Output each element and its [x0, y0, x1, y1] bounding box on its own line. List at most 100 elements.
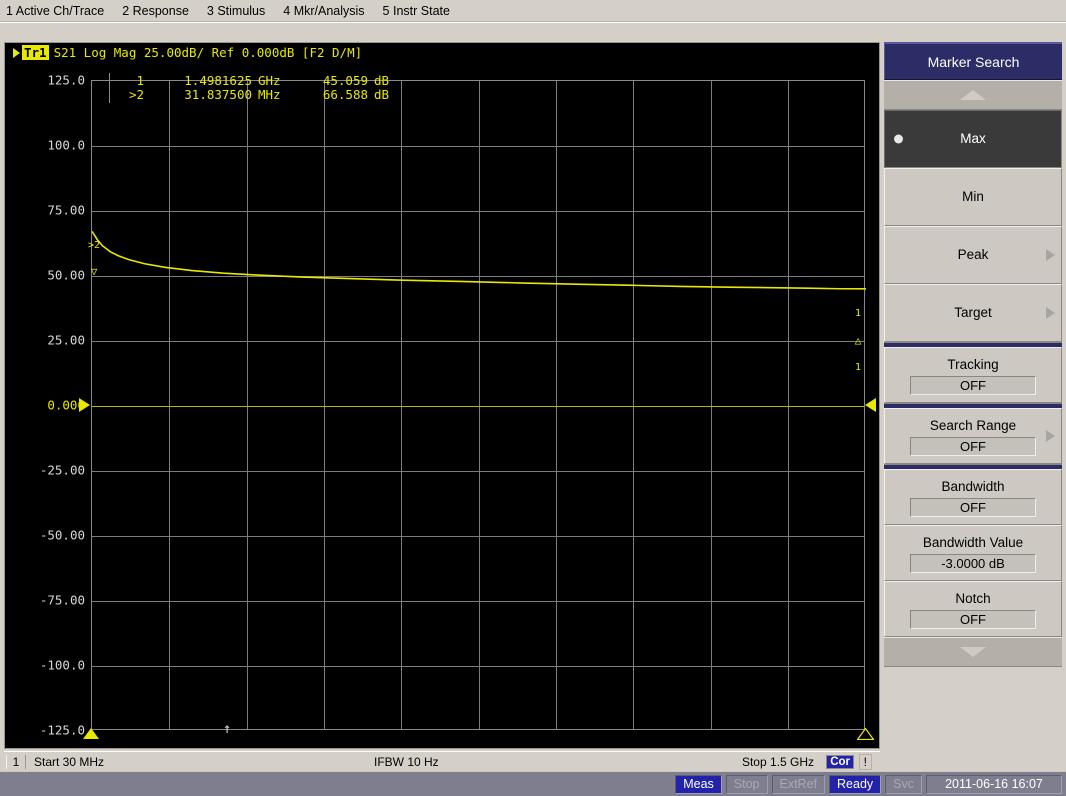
reference-marker-right-icon[interactable] — [865, 398, 876, 412]
softkey-target-label: Target — [954, 305, 992, 320]
y-tick-n25: -25.00 — [39, 462, 85, 478]
status-svc[interactable]: Svc — [885, 774, 922, 794]
trace-badge[interactable]: Tr1 — [22, 45, 49, 60]
marker-2-x-unit: MHz — [258, 87, 281, 102]
status-extref[interactable]: ExtRef — [771, 774, 826, 794]
uncalibrated-badge[interactable]: ! — [858, 753, 872, 770]
softkey-search-range-value[interactable]: OFF — [910, 437, 1036, 456]
marker-1-y: 45.059 — [322, 73, 368, 88]
correction-badge[interactable]: Cor — [826, 754, 854, 769]
y-tick-n50: -50.00 — [39, 527, 85, 543]
y-tick-125: 125.0 — [47, 72, 85, 88]
softkey-bandwidth-value[interactable]: Bandwidth Value -3.0000 dB — [884, 525, 1062, 581]
vna-screen: 1 Active Ch/Trace 2 Response 3 Stimulus … — [0, 0, 1066, 796]
chevron-right-icon — [1046, 430, 1055, 442]
system-status-bar: Meas Stop ExtRef Ready Svc 2011-06-16 16… — [0, 771, 1066, 796]
softkey-search-range-label: Search Range — [929, 418, 1017, 433]
marker-readout-table[interactable]: 1 1.4981625 GHz 45.059 dB >2 31.837500 M… — [109, 73, 402, 103]
radio-selected-icon — [894, 134, 903, 144]
y-tick-n125: -125.0 — [39, 722, 85, 738]
status-ready[interactable]: Ready — [829, 774, 882, 794]
y-tick-75: 75.00 — [47, 202, 85, 218]
marker-row-2[interactable]: >2 31.837500 MHz 66.588 dB — [110, 88, 402, 102]
marker-1-x: 1.4981625 — [184, 73, 252, 88]
trace-header[interactable]: Tr1 S21 Log Mag 25.00dB/ Ref 0.000dB [F2… — [13, 45, 362, 60]
softkey-notch[interactable]: Notch OFF — [884, 581, 1062, 637]
softkey-scroll-up[interactable] — [884, 80, 1062, 110]
marker-1-glyph-label-top: 1 — [854, 308, 862, 319]
softkey-bandwidth-value-toggle[interactable]: OFF — [910, 498, 1036, 517]
menu-mkr-analysis[interactable]: 4 Mkr/Analysis — [283, 2, 373, 20]
menu-stimulus[interactable]: 3 Stimulus — [207, 2, 274, 20]
softkey-notch-value[interactable]: OFF — [910, 610, 1036, 629]
marker-1-glyph-arrow: △ — [854, 334, 862, 347]
menu-instr-state[interactable]: 5 Instr State — [383, 2, 459, 20]
menubar: 1 Active Ch/Trace 2 Response 3 Stimulus … — [0, 0, 1066, 22]
softkey-scroll-down[interactable] — [884, 637, 1062, 667]
ifbw-label[interactable]: IFBW 10 Hz — [374, 755, 439, 769]
y-tick-25: 25.00 — [47, 332, 85, 348]
chevron-up-icon — [960, 90, 986, 100]
graph-pane[interactable]: Tr1 S21 Log Mag 25.00dB/ Ref 0.000dB [F2… — [4, 42, 880, 749]
active-trace-pointer-icon — [13, 47, 20, 58]
marker-2-y-unit: dB — [374, 87, 390, 102]
softkey-max[interactable]: Max — [884, 110, 1062, 168]
menu-active-ch-trace[interactable]: 1 Active Ch/Trace — [6, 2, 113, 20]
y-tick-100: 100.0 — [47, 137, 85, 153]
softkey-bandwidth-label: Bandwidth — [941, 479, 1005, 494]
chevron-right-icon — [1046, 249, 1055, 261]
channel-status-bar: 1 Start 30 MHz IFBW 10 Hz Stop 1.5 GHz C… — [4, 751, 880, 771]
status-stop[interactable]: Stop — [725, 774, 768, 794]
main-area: Tr1 S21 Log Mag 25.00dB/ Ref 0.000dB [F2… — [0, 25, 1066, 771]
softkey-bandwidth[interactable]: Bandwidth OFF — [884, 469, 1062, 525]
marker-row-1[interactable]: 1 1.4981625 GHz 45.059 dB — [110, 74, 402, 88]
menu-response[interactable]: 2 Response — [122, 2, 198, 20]
softkey-peak[interactable]: Peak — [884, 226, 1062, 284]
sweep-start-marker-icon[interactable] — [83, 728, 99, 739]
softkey-notch-label: Notch — [955, 591, 991, 606]
marker-1-glyph[interactable]: 1 △ 1 — [851, 291, 865, 390]
marker-2-glyph-arrow: ▽ — [90, 265, 98, 278]
chevron-down-icon — [960, 647, 986, 657]
sweep-stop-marker-icon[interactable] — [857, 728, 874, 740]
y-tick-50: 50.00 — [47, 267, 85, 283]
marker-1-id: 1 — [136, 73, 144, 88]
softkey-tracking-value[interactable]: OFF — [910, 376, 1036, 395]
plot-area[interactable] — [91, 80, 866, 730]
softkey-bandwidth-value-field[interactable]: -3.0000 dB — [910, 554, 1036, 573]
y-tick-n75: -75.00 — [39, 592, 85, 608]
system-clock: 2011-06-16 16:07 — [926, 774, 1062, 794]
marker-2-y: 66.588 — [322, 87, 368, 102]
trace-curve-s21 — [92, 230, 866, 290]
softkey-min-label: Min — [962, 189, 984, 204]
reference-marker-left-icon[interactable] — [79, 398, 90, 412]
sweep-start-label[interactable]: Start 30 MHz — [34, 755, 104, 769]
softkey-panel-title: Marker Search — [884, 42, 1062, 80]
status-meas[interactable]: Meas — [675, 774, 722, 794]
softkey-max-label: Max — [960, 131, 986, 146]
marker-2-glyph-label: >2 — [87, 240, 101, 251]
sweep-stop-outline-icon — [857, 728, 874, 740]
trace-header-text: S21 Log Mag 25.00dB/ Ref 0.000dB [F2 D/M… — [53, 45, 363, 60]
softkey-bandwidth-value-label: Bandwidth Value — [922, 535, 1024, 550]
marker-2-id: >2 — [128, 87, 144, 102]
chevron-right-icon — [1046, 307, 1055, 319]
marker-1-glyph-label-bot: 1 — [854, 362, 862, 373]
marker-1-y-unit: dB — [374, 73, 390, 88]
softkey-min[interactable]: Min — [884, 168, 1062, 226]
softkey-tracking-label: Tracking — [947, 357, 999, 372]
marker-2-stimulus-pointer-icon[interactable]: ↑ — [223, 722, 231, 736]
menubar-divider — [0, 22, 1066, 24]
softkey-target[interactable]: Target — [884, 284, 1062, 342]
softkey-panel: Marker Search Max Min Peak Target Tracki… — [884, 42, 1062, 749]
softkey-tracking[interactable]: Tracking OFF — [884, 347, 1062, 403]
marker-1-x-unit: GHz — [258, 73, 281, 88]
softkey-peak-label: Peak — [957, 247, 989, 262]
marker-2-glyph[interactable]: >2 ▽ — [87, 223, 101, 294]
y-axis-labels: 125.0 100.0 75.00 50.00 25.00 0.000 -25.… — [5, 73, 89, 738]
sweep-stop-label[interactable]: Stop 1.5 GHz — [742, 755, 814, 769]
y-tick-n100: -100.0 — [39, 657, 85, 673]
softkey-search-range[interactable]: Search Range OFF — [884, 408, 1062, 464]
marker-2-x: 31.837500 — [184, 87, 252, 102]
channel-number[interactable]: 1 — [6, 754, 26, 769]
